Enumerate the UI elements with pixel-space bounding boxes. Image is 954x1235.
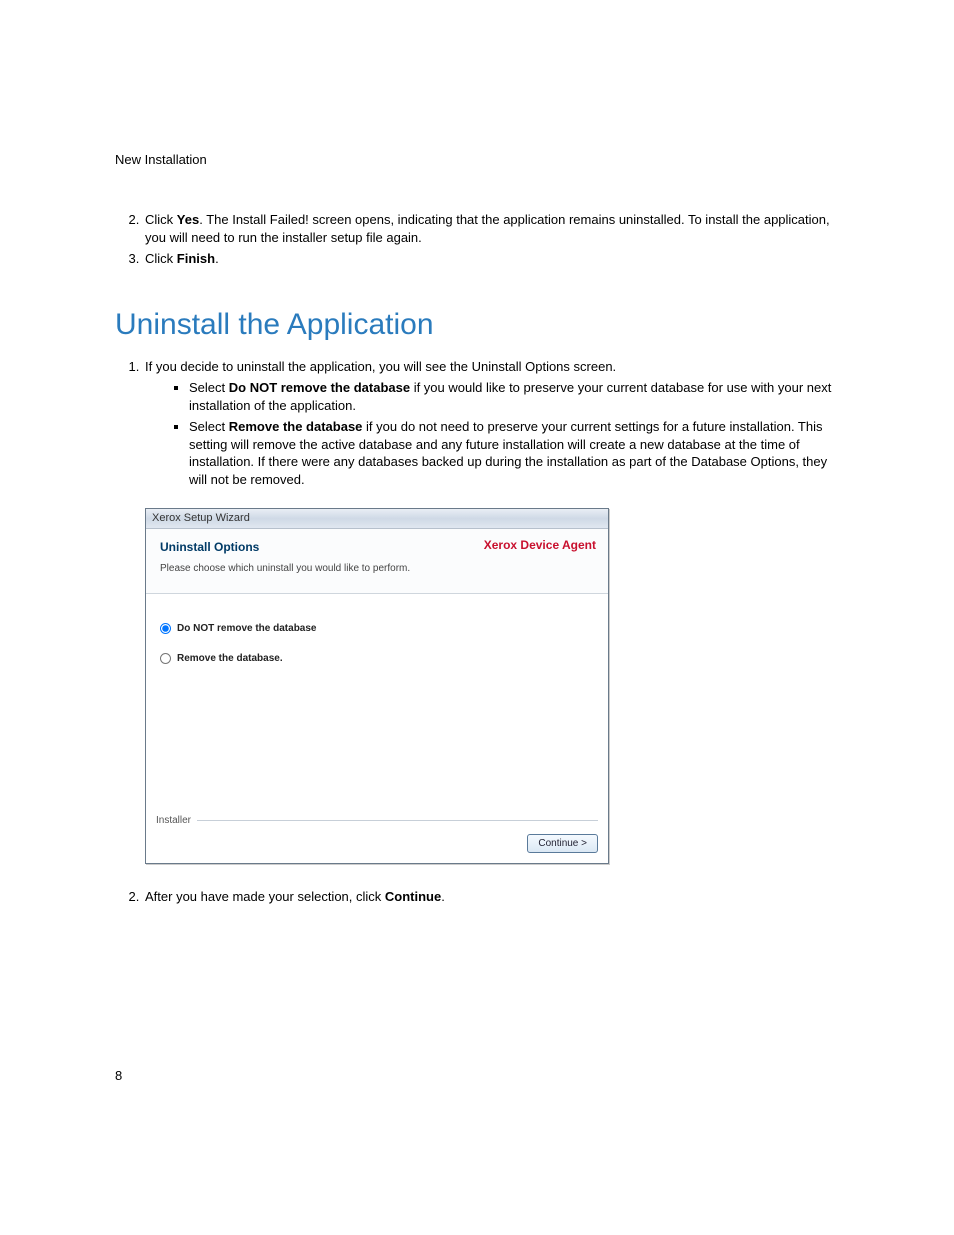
- list-item: Click Finish.: [143, 250, 839, 268]
- text: Select: [189, 380, 229, 395]
- main-instruction-list: If you decide to uninstall the applicati…: [115, 358, 839, 906]
- bullet-item: Select Remove the database if you do not…: [189, 418, 839, 488]
- text: . The Install Failed! screen opens, indi…: [145, 212, 830, 245]
- wizard-footer: Installer Continue >: [146, 808, 608, 863]
- text: If you decide to uninstall the applicati…: [145, 359, 616, 374]
- wizard-header: Xerox Device Agent Uninstall Options Ple…: [146, 529, 608, 594]
- continue-button[interactable]: Continue >: [527, 834, 598, 854]
- radio-remove[interactable]: Remove the database.: [160, 652, 594, 666]
- text-bold: Continue: [385, 889, 441, 904]
- divider-line: [197, 820, 598, 821]
- text: .: [441, 889, 445, 904]
- wizard-body: Do NOT remove the database Remove the da…: [146, 594, 608, 808]
- page-heading: Uninstall the Application: [115, 308, 839, 342]
- radio-do-not-remove[interactable]: Do NOT remove the database: [160, 622, 594, 636]
- radio-label: Remove the database.: [177, 652, 283, 666]
- wizard-titlebar: Xerox Setup Wizard: [146, 509, 608, 529]
- page-number: 8: [115, 1068, 122, 1083]
- top-instruction-list: Click Yes. The Install Failed! screen op…: [115, 211, 839, 268]
- text: .: [215, 251, 219, 266]
- wizard-header-subtitle: Please choose which uninstall you would …: [160, 562, 594, 576]
- list-item: Click Yes. The Install Failed! screen op…: [143, 211, 839, 246]
- text-bold: Remove the database: [229, 419, 363, 434]
- radio-input[interactable]: [160, 653, 171, 664]
- list-item: After you have made your selection, clic…: [143, 888, 839, 906]
- bullet-item: Select Do NOT remove the database if you…: [189, 379, 839, 414]
- radio-label: Do NOT remove the database: [177, 622, 316, 636]
- text: Select: [189, 419, 229, 434]
- text-bold: Finish: [177, 251, 215, 266]
- section-header: New Installation: [115, 152, 839, 167]
- text: After you have made your selection, clic…: [145, 889, 385, 904]
- installer-label: Installer: [156, 814, 191, 828]
- bullet-list: Select Do NOT remove the database if you…: [145, 379, 839, 488]
- text: Click: [145, 212, 177, 227]
- wizard-dialog: Xerox Setup Wizard Xerox Device Agent Un…: [145, 508, 609, 864]
- wizard-brand: Xerox Device Agent: [484, 537, 596, 553]
- text-bold: Yes: [177, 212, 199, 227]
- installer-divider: Installer: [156, 814, 598, 828]
- list-item: If you decide to uninstall the applicati…: [143, 358, 839, 864]
- text-bold: Do NOT remove the database: [229, 380, 410, 395]
- radio-input[interactable]: [160, 623, 171, 634]
- text: Click: [145, 251, 177, 266]
